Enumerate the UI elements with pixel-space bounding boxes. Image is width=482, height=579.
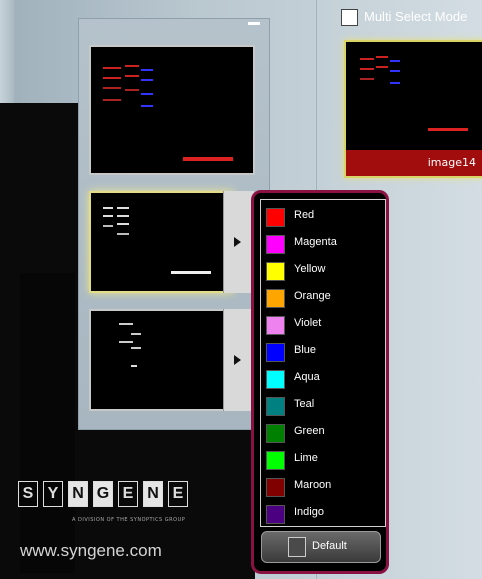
thumbnail-3[interactable] xyxy=(89,309,233,411)
logo-letter: Y xyxy=(43,481,63,507)
swatch-indigo xyxy=(266,505,285,524)
website-text: www.syngene.com xyxy=(20,541,162,560)
arrow-right-icon xyxy=(234,237,241,247)
color-item-green[interactable]: Green xyxy=(266,422,384,446)
swatch-orange xyxy=(266,289,285,308)
swatch-yellow xyxy=(266,262,285,281)
color-item-teal[interactable]: Teal xyxy=(266,395,384,419)
thumbnail-3-color-arrow[interactable] xyxy=(223,309,254,411)
swatch-blue xyxy=(266,343,285,362)
default-color-button[interactable]: Default xyxy=(261,531,381,563)
image-card-label: image14 xyxy=(427,156,476,169)
logo-letter: N xyxy=(68,481,88,507)
color-item-violet[interactable]: Violet xyxy=(266,314,384,338)
swatch-lime xyxy=(266,451,285,470)
background-strip xyxy=(0,0,14,103)
thumbnail-2-color-arrow[interactable] xyxy=(223,191,254,293)
multi-select-checkbox[interactable] xyxy=(341,9,358,26)
color-item-blue[interactable]: Blue xyxy=(266,341,384,365)
syngene-logo: S Y N G E N E xyxy=(18,481,198,507)
color-item-aqua[interactable]: Aqua xyxy=(266,368,384,392)
color-list: Red Magenta Yellow Orange Violet Blue Aq… xyxy=(260,199,386,527)
color-picker-popup: Red Magenta Yellow Orange Violet Blue Aq… xyxy=(251,190,389,574)
logo-tagline: A DIVISION OF THE SYNOPTICS GROUP xyxy=(72,517,186,523)
thumbnail-panel xyxy=(78,18,270,430)
color-item-lime[interactable]: Lime xyxy=(266,449,384,473)
multi-select-label: Multi Select Mode xyxy=(364,9,468,24)
swatch-green xyxy=(266,424,285,443)
swatch-violet xyxy=(266,316,285,335)
collapse-panel-icon[interactable] xyxy=(248,22,260,25)
swatch-maroon xyxy=(266,478,285,497)
default-button-label: Default xyxy=(312,540,347,552)
logo-letter: E xyxy=(168,481,188,507)
color-item-magenta[interactable]: Magenta xyxy=(266,233,384,257)
logo-letter: E xyxy=(118,481,138,507)
logo-letter: G xyxy=(93,481,113,507)
swatch-red xyxy=(266,208,285,227)
arrow-right-icon xyxy=(234,355,241,365)
main-image-blot xyxy=(20,273,75,573)
logo-letter: S xyxy=(18,481,38,507)
color-item-orange[interactable]: Orange xyxy=(266,287,384,311)
swatch-aqua xyxy=(266,370,285,389)
image-card-label-bar: image14 xyxy=(346,150,482,176)
default-swatch xyxy=(288,537,306,557)
color-item-red[interactable]: Red xyxy=(266,206,384,230)
image-card[interactable]: image14 xyxy=(344,40,482,178)
color-item-maroon[interactable]: Maroon xyxy=(266,476,384,500)
swatch-magenta xyxy=(266,235,285,254)
color-item-yellow[interactable]: Yellow xyxy=(266,260,384,284)
thumbnail-2[interactable] xyxy=(89,191,233,293)
logo-letter: N xyxy=(143,481,163,507)
thumbnail-1[interactable] xyxy=(89,45,255,175)
swatch-teal xyxy=(266,397,285,416)
color-item-indigo[interactable]: Indigo xyxy=(266,503,384,527)
